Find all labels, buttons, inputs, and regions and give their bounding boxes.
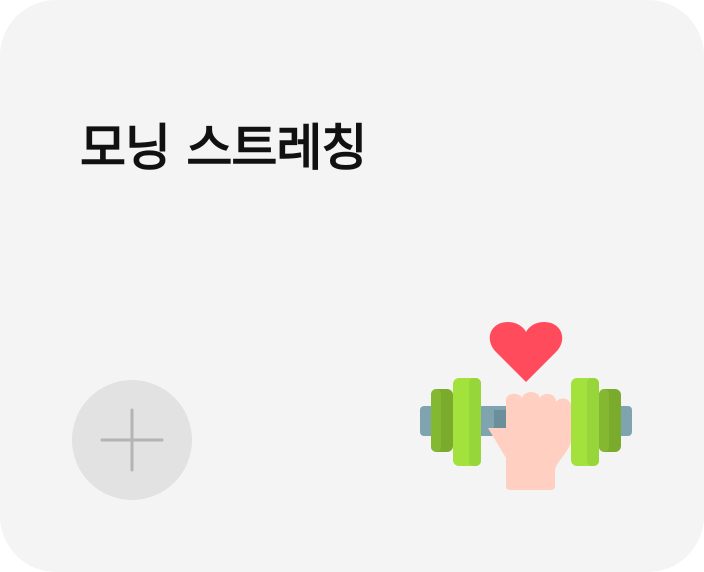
routine-card[interactable]: 모닝 스트레칭 <box>0 0 704 572</box>
heart-icon <box>489 322 563 382</box>
dumbbell-heart-icon <box>420 322 632 490</box>
